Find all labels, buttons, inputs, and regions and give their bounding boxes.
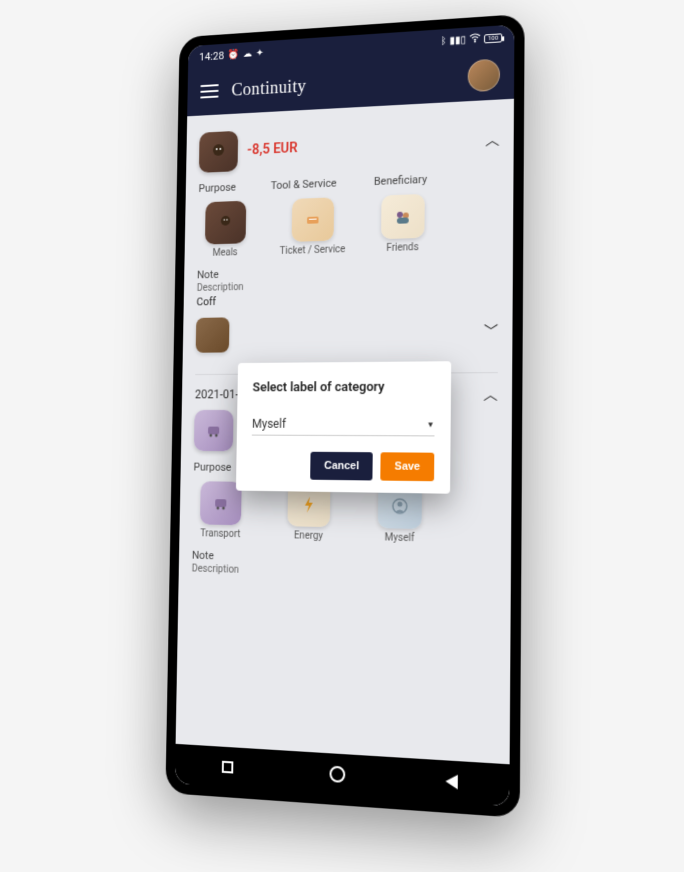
leaf-icon: ✦ <box>256 47 264 58</box>
signal-icon: ▮▮▯ <box>449 34 466 46</box>
dropdown-value: Myself <box>252 417 286 431</box>
chevron-down-icon[interactable]: ﹀ <box>484 321 498 342</box>
expense-card-1: -8,5 EUR ︿ Purpose Tool & Service Benefi… <box>196 112 500 359</box>
wifi-icon <box>469 32 481 46</box>
category-modal: Select label of category Myself ▼ Cancel… <box>236 361 451 494</box>
cancel-button[interactable]: Cancel <box>310 452 373 481</box>
app-title: Continuity <box>231 67 453 100</box>
nav-home-button[interactable] <box>329 766 345 783</box>
battery-icon: 100 <box>484 33 502 43</box>
transport-icon[interactable] <box>194 410 234 451</box>
attachment-tile-icon[interactable] <box>196 317 230 352</box>
purpose-label-1: Meals <box>212 247 237 258</box>
col-purpose-label: Purpose <box>198 180 254 195</box>
avatar[interactable] <box>468 58 500 92</box>
purpose-cell[interactable]: Meals <box>197 200 253 259</box>
amount-1: -8,5 EUR <box>247 132 475 158</box>
bluetooth-icon: ᛒ <box>441 35 447 46</box>
beneficiary-cell[interactable]: Friends <box>373 194 433 255</box>
chevron-down-icon: ▼ <box>427 420 435 429</box>
modal-title: Select label of category <box>252 380 435 396</box>
meals-icon[interactable] <box>199 131 238 173</box>
beneficiary-label-1: Friends <box>386 242 418 254</box>
beneficiary-label-2: Myself <box>385 532 415 544</box>
col-tool-label: Tool & Service <box>271 176 357 192</box>
collapse-icon[interactable]: ︿ <box>485 129 499 150</box>
save-button[interactable]: Save <box>381 452 435 481</box>
cloud-icon: ☁ <box>243 48 252 59</box>
tool-label-1: Ticket / Service <box>280 244 346 257</box>
expand-icon[interactable]: ︿ <box>483 383 497 404</box>
screen: 14:28 ⏰ ☁ ✦ ᛒ ▮▮▯ 100 Continuity <box>175 25 515 807</box>
status-time: 14:28 <box>199 49 224 63</box>
phone-frame: 14:28 ⏰ ☁ ✦ ᛒ ▮▮▯ 100 Continuity <box>165 14 524 818</box>
menu-icon[interactable] <box>200 84 219 98</box>
category-dropdown[interactable]: Myself ▼ <box>252 417 435 437</box>
nav-back-button[interactable] <box>445 774 457 789</box>
meals-tile-icon <box>205 201 246 245</box>
ticket-tile-icon <box>292 197 335 242</box>
tool-cell[interactable]: Ticket / Service <box>270 197 357 258</box>
main-content: -8,5 EUR ︿ Purpose Tool & Service Benefi… <box>176 99 514 765</box>
column-labels-1: Purpose Tool & Service Beneficiary <box>198 170 499 195</box>
alarm-icon: ⏰ <box>228 49 240 60</box>
nav-recent-button[interactable] <box>222 761 234 774</box>
tool-label-2: Energy <box>294 530 323 542</box>
purpose-label-2: Transport <box>200 528 240 540</box>
col-beneficiary-label: Beneficiary <box>374 173 427 188</box>
friends-tile-icon <box>381 194 425 239</box>
